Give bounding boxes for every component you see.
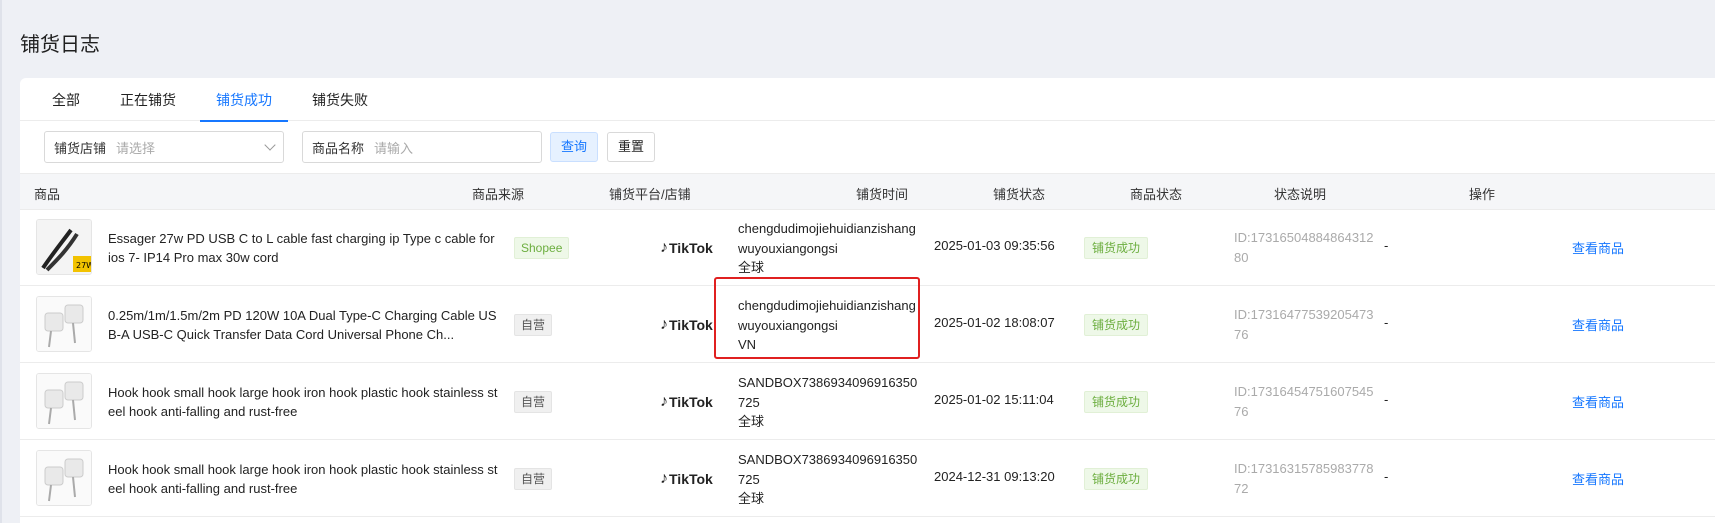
source-badge: 自营 xyxy=(514,391,553,413)
tiktok-note-icon: ♪ xyxy=(660,470,668,487)
product-thumbnail xyxy=(36,450,92,506)
left-edge xyxy=(0,0,2,523)
tiktok-note-icon: ♪ xyxy=(660,393,668,410)
tiktok-logo: ♪ TikTok xyxy=(660,467,730,491)
header-source: 商品来源 xyxy=(472,187,525,202)
table-header: 商品 商品来源 铺货平台/店铺 铺货时间 铺货状态 商品状态 状态说明 操作 xyxy=(20,173,1715,210)
tiktok-logo: ♪ TikTok xyxy=(660,390,730,414)
header-status: 铺货状态 xyxy=(993,187,1046,202)
status-note: - xyxy=(1384,392,1389,407)
shop-select-placeholder: 请选择 xyxy=(116,140,156,156)
header-note: 状态说明 xyxy=(1274,187,1327,202)
status-badge: 铺货成功 xyxy=(1084,391,1149,413)
status-note: - xyxy=(1384,315,1389,330)
tiktok-note-icon: ♪ xyxy=(660,239,668,256)
listing-time: 2025-01-02 18:08:07 xyxy=(934,315,1055,330)
shop-name: SANDBOX7386934096916350725 xyxy=(738,452,918,487)
shop-name: chengdudimojiehuidianzishangwuyouxiangon… xyxy=(738,221,916,256)
shop-select[interactable]: 铺货店铺 请选择 xyxy=(44,131,284,163)
tiktok-logo: ♪ TikTok xyxy=(660,236,730,260)
product-name: Essager 27w PD USB C to L cable fast cha… xyxy=(108,231,495,265)
shop-select-label: 铺货店铺 xyxy=(54,140,107,156)
shop-region: 全球 xyxy=(738,491,765,506)
product-id: ID:1731647753920547376 xyxy=(1234,307,1374,342)
highlight-box xyxy=(714,277,920,359)
source-badge: 自营 xyxy=(514,314,553,336)
table-row: 27W Essager 27w PD USB C to L cable fast… xyxy=(20,209,1715,286)
status-badge: 铺货成功 xyxy=(1084,314,1149,336)
shop-name: SANDBOX7386934096916350725 xyxy=(738,375,918,410)
filter-bar: 铺货店铺 请选择 商品名称 请输入 查询 重置 xyxy=(20,121,1715,173)
view-product-link[interactable]: 查看商品 xyxy=(1572,469,1624,488)
product-id: ID:1731631578598377872 xyxy=(1234,461,1374,496)
product-name-label: 商品名称 xyxy=(312,140,365,156)
page-title: 铺货日志 xyxy=(20,34,100,56)
source-badge: Shopee xyxy=(514,237,570,259)
shop-region: 全球 xyxy=(738,260,765,275)
tiktok-logo-text: TikTok xyxy=(669,394,713,410)
header-platform: 铺货平台/店铺 xyxy=(609,187,691,202)
view-product-link[interactable]: 查看商品 xyxy=(1572,315,1624,334)
product-id: ID:1731645475160754576 xyxy=(1234,384,1374,419)
product-thumbnail: 27W xyxy=(36,219,92,275)
product-name-placeholder: 请输入 xyxy=(374,140,414,156)
product-id: ID:1731650488486431280 xyxy=(1234,230,1374,265)
listing-time: 2024-12-31 09:13:20 xyxy=(934,469,1055,484)
tiktok-logo-text: TikTok xyxy=(669,240,713,256)
svg-text:27W: 27W xyxy=(76,261,92,270)
status-note: - xyxy=(1384,238,1389,253)
header-product-status: 商品状态 xyxy=(1130,187,1183,202)
tiktok-logo-text: TikTok xyxy=(669,317,713,333)
status-badge: 铺货成功 xyxy=(1084,237,1149,259)
shop-region: 全球 xyxy=(738,414,765,429)
product-name: Hook hook small hook large hook iron hoo… xyxy=(108,462,498,496)
tab-failed[interactable]: 铺货失败 xyxy=(312,78,368,121)
status-badge: 铺货成功 xyxy=(1084,468,1149,490)
header-time: 铺货时间 xyxy=(856,187,909,202)
view-product-link[interactable]: 查看商品 xyxy=(1572,392,1624,411)
product-name: 0.25m/1m/1.5m/2m PD 120W 10A Dual Type-C… xyxy=(108,308,497,342)
tab-all[interactable]: 全部 xyxy=(52,78,80,121)
product-thumbnail xyxy=(36,373,92,429)
shop-cell: SANDBOX7386934096916350725 全球 xyxy=(738,373,918,432)
listing-time: 2025-01-02 15:11:04 xyxy=(934,392,1054,407)
chevron-down-icon xyxy=(264,139,276,151)
tab-success[interactable]: 铺货成功 xyxy=(200,78,288,122)
tiktok-logo-text: TikTok xyxy=(669,471,713,487)
query-button[interactable]: 查询 xyxy=(550,132,599,162)
source-badge: 自营 xyxy=(514,468,553,490)
shop-cell: SANDBOX7386934096916350725 全球 xyxy=(738,450,918,509)
listing-time: 2025-01-03 09:35:56 xyxy=(934,238,1055,253)
header-product: 商品 xyxy=(34,187,61,202)
product-thumbnail xyxy=(36,296,92,352)
tab-bar: 全部 正在铺货 铺货成功 铺货失败 xyxy=(20,78,1715,122)
table-row: Hook hook small hook large hook iron hoo… xyxy=(20,363,1715,440)
product-name: Hook hook small hook large hook iron hoo… xyxy=(108,385,498,419)
status-note: - xyxy=(1384,469,1389,484)
view-product-link[interactable]: 查看商品 xyxy=(1572,238,1624,257)
tab-in-progress[interactable]: 正在铺货 xyxy=(120,78,176,121)
reset-button[interactable]: 重置 xyxy=(607,132,656,162)
shop-cell: chengdudimojiehuidianzishangwuyouxiangon… xyxy=(738,219,918,278)
header-action: 操作 xyxy=(1469,187,1496,202)
table-row: Hook hook small hook large hook iron hoo… xyxy=(20,440,1715,517)
product-name-input[interactable]: 商品名称 请输入 xyxy=(302,131,542,163)
tiktok-note-icon: ♪ xyxy=(660,316,668,333)
